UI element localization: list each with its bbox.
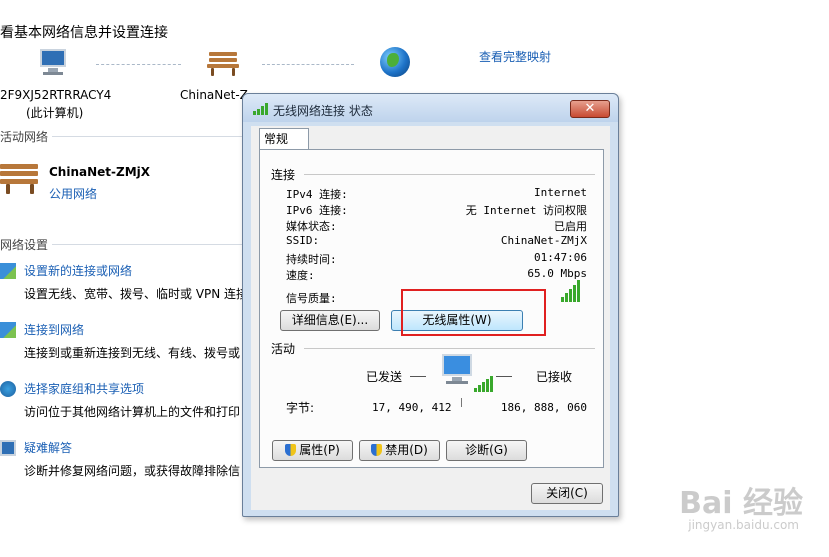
row-label: IPv6 连接: bbox=[286, 204, 348, 217]
task-desc: 设置无线、宽带、拨号、临时或 VPN 连接 bbox=[24, 287, 249, 301]
task-link[interactable]: 连接到网络 bbox=[24, 321, 84, 338]
dialog-titlebar[interactable]: 无线网络连接 状态 ✕ bbox=[243, 94, 618, 122]
internet-globe-icon bbox=[380, 47, 410, 77]
bytes-received: 186, 888, 060 bbox=[500, 401, 587, 414]
close-button[interactable]: 关闭(C) bbox=[531, 483, 603, 504]
details-button[interactable]: 详细信息(E)... bbox=[280, 310, 380, 331]
computer-icon bbox=[36, 47, 68, 77]
wifi-signal-icon bbox=[253, 103, 269, 115]
activity-group-label: 活动 bbox=[271, 342, 296, 356]
row-label: 持续时间: bbox=[286, 253, 337, 266]
view-full-map-link[interactable]: 查看完整映射 bbox=[479, 48, 551, 65]
watermark-brand: Bai 经验 bbox=[679, 486, 803, 521]
highlight-box bbox=[401, 289, 546, 336]
task-link[interactable]: 选择家庭组和共享选项 bbox=[24, 380, 144, 397]
row-value: 01:47:06 bbox=[534, 251, 587, 264]
connection-group-label: 连接 bbox=[271, 168, 296, 182]
change-settings-label: 网络设置 bbox=[0, 238, 49, 252]
received-label: 已接收 bbox=[536, 370, 573, 384]
shield-icon bbox=[285, 444, 297, 456]
task-desc: 诊断并修复网络问题，或获得故障排除信 bbox=[24, 464, 241, 478]
row-label: IPv4 连接: bbox=[286, 188, 348, 201]
bench-network-icon bbox=[207, 50, 239, 76]
close-icon[interactable]: ✕ bbox=[570, 100, 610, 118]
task-desc: 连接到或重新连接到无线、有线、拨号或 bbox=[24, 346, 241, 360]
homegroup-icon bbox=[0, 381, 16, 397]
signal-strength-icon bbox=[561, 280, 583, 302]
bench-icon-large bbox=[0, 162, 38, 194]
sent-label: 已发送 bbox=[366, 370, 403, 384]
properties-button[interactable]: 属性(P) bbox=[272, 440, 353, 461]
row-label: 媒体状态: bbox=[286, 220, 337, 233]
bytes-sent: 17, 490, 412 bbox=[372, 401, 452, 414]
computer-name: 2F9XJ52RTRRACY4 bbox=[0, 88, 112, 102]
row-label: SSID: bbox=[286, 234, 320, 247]
task-link[interactable]: 疑难解答 bbox=[24, 439, 72, 456]
properties-button-label: 属性(P) bbox=[299, 443, 340, 457]
dialog-title: 无线网络连接 状态 bbox=[273, 104, 373, 118]
task-link[interactable]: 设置新的连接或网络 bbox=[24, 262, 132, 279]
disable-button[interactable]: 禁用(D) bbox=[359, 440, 440, 461]
row-value: 已启用 bbox=[554, 220, 587, 233]
watermark-url: jingyan.baidu.com bbox=[688, 518, 799, 532]
page-title: 看基本网络信息并设置连接 bbox=[0, 25, 168, 41]
row-value: 无 Internet 访问权限 bbox=[465, 204, 587, 217]
network-name: ChinaNet-ZMjX bbox=[49, 165, 151, 179]
row-value: Internet bbox=[534, 186, 587, 199]
network-type-link[interactable]: 公用网络 bbox=[49, 185, 97, 202]
troubleshoot-icon bbox=[0, 440, 16, 456]
diagnose-button[interactable]: 诊断(G) bbox=[446, 440, 527, 461]
row-value: ChinaNet-ZMjX bbox=[500, 234, 587, 247]
task-desc: 访问位于其他网络计算机上的文件和打印 bbox=[24, 405, 241, 419]
shield-icon bbox=[371, 444, 383, 456]
row-label: 速度: bbox=[286, 269, 315, 282]
tab-general[interactable]: 常规 bbox=[259, 128, 309, 150]
signal-quality-label: 信号质量: bbox=[286, 292, 337, 305]
row-value: 65.0 Mbps bbox=[527, 267, 587, 280]
network-name-short: ChinaNet-Z bbox=[180, 88, 248, 102]
disable-button-label: 禁用(D) bbox=[385, 443, 428, 457]
connect-network-icon bbox=[0, 322, 16, 338]
setup-connection-icon bbox=[0, 263, 16, 279]
activity-signal-icon bbox=[474, 376, 493, 392]
computer-sub: (此计算机) bbox=[26, 106, 84, 120]
bytes-label: 字节: bbox=[286, 401, 315, 415]
active-networks-label: 活动网络 bbox=[0, 130, 49, 144]
